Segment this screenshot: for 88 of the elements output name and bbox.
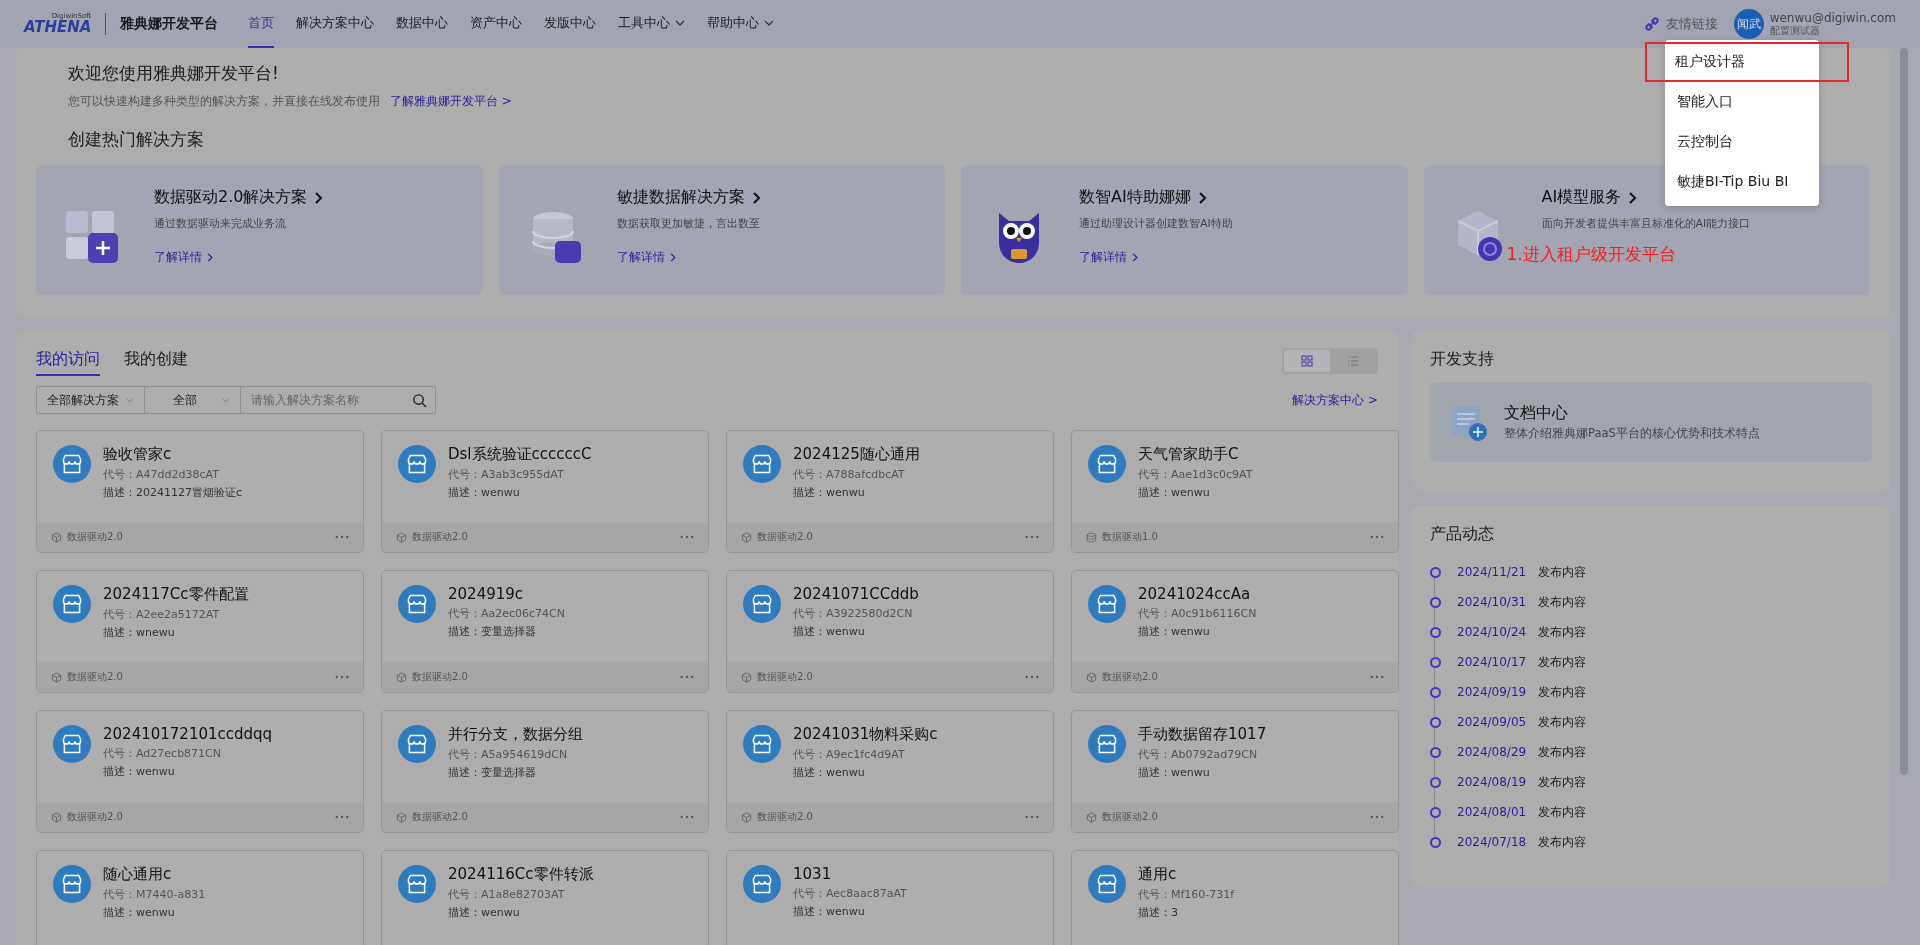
solution-type: 数据驱动2.0 <box>67 670 123 684</box>
solution-title: 天气管家助手C <box>1138 445 1240 464</box>
solution-description: 描述：wnewu <box>103 625 176 640</box>
solution-title: 20241071CCddb <box>793 585 919 603</box>
solution-type: 数据驱动2.0 <box>67 810 123 824</box>
solution-description: 描述：wenwu <box>1138 765 1211 780</box>
solution-description: 描述：wenwu <box>793 904 866 919</box>
news-text: 发布内容 <box>1538 683 1587 701</box>
solution-title: 2024125随心通用 <box>793 445 920 464</box>
solution-code: 代号：A3ab3c955dAT <box>448 467 565 482</box>
solution-type: 数据驱动2.0 <box>1102 670 1158 684</box>
solution-type: 数据驱动2.0 <box>412 530 468 544</box>
solution-title: 1031 <box>793 865 833 883</box>
welcome-subtitle: 您可以快速构建多种类型的解决方案，并直接在线发布使用 <box>68 93 380 110</box>
solution-type: 数据驱动2.0 <box>67 530 123 544</box>
solution-description: 描述：变量选择器 <box>448 624 537 639</box>
card-description: 数据获取更加敏捷，言出数至 <box>616 216 761 231</box>
solution-title: 通用c <box>1138 865 1178 884</box>
news-text: 发布内容 <box>1538 653 1587 671</box>
card-description: 面向开发者提供丰富且标准化的AI能力接口 <box>1541 216 1751 231</box>
user-email: wenwu@digiwin.com <box>1769 10 1896 26</box>
annotation-text: 1.进入租户级开发平台 <box>1506 243 1676 266</box>
solution-title: 2024116Cc零件转派 <box>448 865 594 884</box>
news-text: 发布内容 <box>1538 773 1587 791</box>
solution-type: 数据驱动2.0 <box>412 810 468 824</box>
solution-type: 数据驱动1.0 <box>1102 530 1158 544</box>
solution-code: 代号：A0c91b6116CN <box>1138 606 1257 621</box>
solution-title: 2024919c <box>448 585 525 603</box>
solution-type: 数据驱动2.0 <box>757 810 813 824</box>
panel-title: 开发支持 <box>1430 349 1495 370</box>
solution-code: 代号：Aec8aac87aAT <box>793 886 907 901</box>
card-description: 通过助理设计器创建数智AI特助 <box>1079 216 1233 231</box>
solution-type: 数据驱动2.0 <box>757 670 813 684</box>
solution-code: 代号：Ab0792ad79CN <box>1138 747 1259 762</box>
solution-title: 20241024ccAa <box>1138 585 1252 603</box>
doc-description: 整体介绍雅典娜PaaS平台的核心优势和技术特点 <box>1504 426 1760 441</box>
solution-description: 描述：wenwu <box>1138 624 1211 639</box>
news-text: 发布内容 <box>1538 803 1587 821</box>
solution-description: 描述：20241127冒烟验证c <box>103 485 243 500</box>
solution-title: 验收管家c <box>103 445 173 464</box>
solution-description: 描述：wenwu <box>793 485 866 500</box>
solution-code: 代号：Aa2ec06c74CN <box>448 606 566 621</box>
user-role: 配置测试器 <box>1769 25 1821 38</box>
card-title: 数智AI特助娜娜 <box>1079 187 1233 208</box>
solution-code: 代号：A1a8e82703AT <box>448 887 566 902</box>
solution-description: 描述：wenwu <box>103 905 176 920</box>
solution-code: 代号：A9ec1fc4d9AT <box>793 747 906 762</box>
solution-title: 2024117Cc零件配置 <box>103 585 249 604</box>
solution-description: 描述：变量选择器 <box>448 765 537 780</box>
news-text: 发布内容 <box>1538 623 1587 641</box>
section-title: 创建热门解决方案 <box>68 128 204 151</box>
solution-description: 描述：3 <box>1138 905 1179 920</box>
solution-title: 20241031物料采购c <box>793 725 938 744</box>
solution-description: 描述：wenwu <box>1138 485 1211 500</box>
solution-title: 手动数据留存1017 <box>1138 725 1267 744</box>
solution-title: Dsl系统验证ccccccC <box>448 445 592 464</box>
solution-code: 代号：Ad27ecb871CN <box>103 746 222 761</box>
card-description: 通过数据驱动来完成业务流 <box>154 216 287 231</box>
welcome-title: 欢迎您使用雅典娜开发平台! <box>68 62 280 85</box>
solution-code: 代号：A3922580d2CN <box>793 606 914 621</box>
card-title: 数据驱动2.0解决方案 <box>154 187 324 208</box>
solution-code: 代号：A5a954619dCN <box>448 747 569 762</box>
solution-type: 数据驱动2.0 <box>412 670 468 684</box>
news-text: 发布内容 <box>1538 833 1587 851</box>
news-text: 发布内容 <box>1538 713 1587 731</box>
product-name: 雅典娜开发平台 <box>120 15 219 33</box>
solution-description: 描述：wenwu <box>793 765 866 780</box>
news-text: 发布内容 <box>1538 743 1587 761</box>
card-title: 敏捷数据解决方案 <box>616 187 761 208</box>
solution-description: 描述：wenwu <box>793 624 866 639</box>
solution-description: 描述：wenwu <box>448 485 521 500</box>
solution-type: 数据驱动2.0 <box>757 530 813 544</box>
solution-code: 代号：A788afcdbcAT <box>793 467 906 482</box>
doc-title: 文档中心 <box>1504 403 1569 424</box>
solution-code: 代号：M7440-a831 <box>103 887 206 902</box>
solution-code: 代号：A2ee2a5172AT <box>103 607 221 622</box>
solution-type: 数据驱动2.0 <box>1102 810 1158 824</box>
solution-code: 代号：Aae1d3c0c9AT <box>1138 467 1253 482</box>
news-text: 发布内容 <box>1538 563 1587 581</box>
solution-title: 并行分支，数据分组 <box>448 725 583 744</box>
solution-description: 描述：wenwu <box>103 764 176 779</box>
solution-description: 描述：wenwu <box>448 905 521 920</box>
solution-code: 代号：Mf160-731f <box>1138 887 1235 902</box>
solution-title: 随心通用c <box>103 865 173 884</box>
solution-code: 代号：A47dd2d38cAT <box>103 467 220 482</box>
panel-title: 产品动态 <box>1430 524 1495 545</box>
solution-title: 202410172101ccddqq <box>103 725 273 743</box>
news-text: 发布内容 <box>1538 593 1587 611</box>
